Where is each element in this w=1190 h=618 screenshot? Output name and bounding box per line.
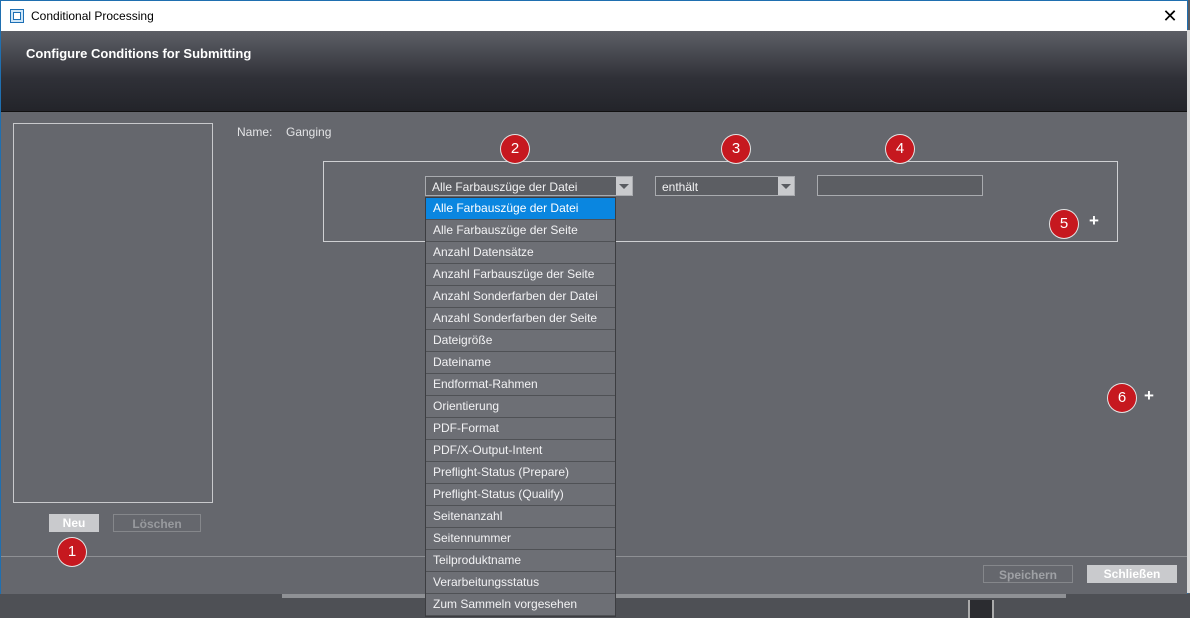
dropdown-option[interactable]: Anzahl Datensätze <box>426 242 615 264</box>
name-label: Name: <box>237 125 273 139</box>
chevron-down-icon[interactable] <box>616 177 632 195</box>
condition-list[interactable] <box>13 123 213 503</box>
app-icon <box>10 9 24 23</box>
callout-badge-1: 1 <box>58 538 86 566</box>
dropdown-option[interactable]: Alle Farbauszüge der Seite <box>426 220 615 242</box>
title-bar: Conditional Processing ✕ <box>1 1 1187 31</box>
dropdown-option[interactable]: Anzahl Sonderfarben der Seite <box>426 308 615 330</box>
callout-badge-6: 6 <box>1108 384 1136 412</box>
save-button[interactable]: Speichern <box>983 565 1073 583</box>
window-title: Conditional Processing <box>31 9 154 23</box>
background-scrollbar <box>282 594 1066 598</box>
add-group-plus-icon[interactable]: + <box>1144 387 1154 404</box>
new-button[interactable]: Neu <box>49 514 99 532</box>
page-title: Configure Conditions for Submitting <box>26 46 252 61</box>
dropdown-option[interactable]: Anzahl Sonderfarben der Datei <box>426 286 615 308</box>
operator-select-value: enthält <box>662 180 699 194</box>
dropdown-option[interactable]: Orientierung <box>426 396 615 418</box>
field-select-value: Alle Farbauszüge der Datei <box>432 180 578 194</box>
name-value: Ganging <box>286 125 332 139</box>
dropdown-option[interactable]: Preflight-Status (Prepare) <box>426 462 615 484</box>
dropdown-option[interactable]: Alle Farbauszüge der Datei <box>426 198 615 220</box>
callout-badge-4: 4 <box>886 135 914 163</box>
delete-button[interactable]: Löschen <box>113 514 201 532</box>
dropdown-option[interactable]: PDF-Format <box>426 418 615 440</box>
dropdown-option[interactable]: Preflight-Status (Qualify) <box>426 484 615 506</box>
dropdown-option[interactable]: PDF/X-Output-Intent <box>426 440 615 462</box>
callout-badge-3: 3 <box>722 135 750 163</box>
dropdown-option[interactable]: Dateiname <box>426 352 615 374</box>
dropdown-option[interactable]: Anzahl Farbauszüge der Seite <box>426 264 615 286</box>
operator-select[interactable]: enthält <box>655 176 795 196</box>
chevron-down-icon[interactable] <box>778 177 794 195</box>
dropdown-option[interactable]: Seitenanzahl <box>426 506 615 528</box>
close-icon[interactable]: ✕ <box>1153 1 1187 31</box>
field-dropdown-list[interactable]: Alle Farbauszüge der Datei Alle Farbauszü… <box>425 197 616 617</box>
add-condition-plus-icon[interactable]: + <box>1089 212 1099 229</box>
dropdown-option[interactable]: Dateigröße <box>426 330 615 352</box>
header-banner: Configure Conditions for Submitting <box>1 31 1187 112</box>
dropdown-option[interactable]: Verarbeitungsstatus <box>426 572 615 594</box>
background-handle <box>968 600 994 618</box>
dropdown-option[interactable]: Teilproduktname <box>426 550 615 572</box>
dropdown-option[interactable]: Zum Sammeln vorgesehen <box>426 594 615 616</box>
callout-badge-2: 2 <box>501 135 529 163</box>
close-button[interactable]: Schließen <box>1087 565 1177 583</box>
dropdown-option[interactable]: Endformat-Rahmen <box>426 374 615 396</box>
dropdown-option[interactable]: Seitennummer <box>426 528 615 550</box>
value-input[interactable] <box>817 175 983 196</box>
callout-badge-5: 5 <box>1050 210 1078 238</box>
field-select[interactable]: Alle Farbauszüge der Datei <box>425 176 633 196</box>
